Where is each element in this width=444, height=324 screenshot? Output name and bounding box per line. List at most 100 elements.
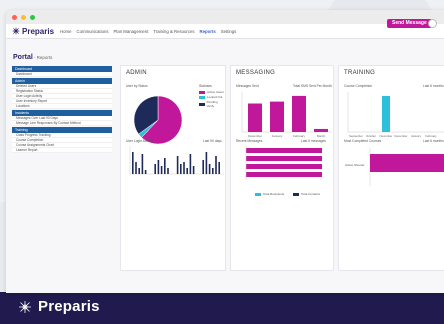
login-bar bbox=[218, 162, 220, 174]
login-bar bbox=[160, 166, 163, 174]
completed-bar-active-shooter bbox=[370, 154, 444, 172]
completed-chart-label: Most Completed Courses bbox=[344, 139, 382, 143]
login-bar bbox=[135, 162, 137, 174]
footer-brand-name: Preparis bbox=[38, 298, 100, 315]
login-bar bbox=[144, 170, 147, 174]
recent-legend-contacts: Total Contacts bbox=[293, 192, 320, 196]
footer-logo: Preparis bbox=[18, 298, 100, 315]
user-avatar[interactable] bbox=[428, 19, 437, 28]
login-bar bbox=[212, 168, 214, 174]
recent-chart-label: Recent Messages bbox=[236, 139, 263, 143]
completion-chart-label: Course Completion bbox=[344, 84, 373, 88]
training-panel: TRAINING Course Completion Last 6 months… bbox=[338, 65, 444, 271]
brand-logo[interactable]: Preparis bbox=[12, 27, 54, 36]
login-chart-label: User Login Activity bbox=[126, 139, 154, 143]
most-completed-chart bbox=[369, 148, 444, 186]
login-bar bbox=[205, 152, 208, 174]
login-activity-chart bbox=[129, 146, 224, 175]
pie-legend-label: Active Users bbox=[207, 90, 224, 94]
nav-link-reports[interactable]: Reports bbox=[200, 29, 216, 34]
login-bar bbox=[157, 160, 160, 174]
training-panel-title: TRAINING bbox=[344, 70, 376, 76]
login-bar bbox=[189, 154, 192, 174]
messages-tick-label: March bbox=[317, 134, 326, 138]
pie-legend-swatch bbox=[199, 102, 205, 106]
messages-bar-january bbox=[270, 101, 284, 132]
users-legend-title: Statuses bbox=[199, 84, 212, 88]
login-bar bbox=[138, 168, 140, 174]
minimize-dot[interactable] bbox=[21, 14, 26, 20]
recipients-label: Total Recipients bbox=[263, 192, 285, 196]
top-navbar: Preparis Home Communications Plan Manageme… bbox=[6, 24, 444, 39]
page-title: Portal- Reports bbox=[13, 54, 52, 61]
login-bar bbox=[141, 154, 144, 174]
login-bar bbox=[215, 156, 217, 174]
login-bar bbox=[186, 168, 188, 174]
nav-link-home[interactable]: Home bbox=[60, 29, 71, 34]
sidebar-item[interactable]: Locations bbox=[12, 104, 112, 109]
completion-tick-label: February bbox=[425, 134, 437, 138]
users-chart-label: User by Status bbox=[126, 84, 148, 88]
sidebar-item[interactable]: Message Line Responses By Contact Method bbox=[12, 121, 112, 126]
login-bar bbox=[132, 152, 134, 174]
maximize-dot[interactable] bbox=[30, 14, 35, 20]
preparis-logo-icon bbox=[19, 300, 31, 313]
pie-legend-item: Pending Verify bbox=[199, 100, 225, 108]
completion-chart-range: Last 6 months bbox=[423, 84, 444, 88]
login-bar bbox=[208, 164, 211, 174]
recent-bar-2 bbox=[246, 156, 322, 161]
login-bar bbox=[167, 168, 169, 174]
sidebar-item[interactable]: Learner Report bbox=[12, 148, 112, 153]
pie-legend-item: Locked Out bbox=[199, 95, 222, 99]
messaging-panel-title: MESSAGING bbox=[236, 70, 276, 76]
brand-name: Preparis bbox=[22, 26, 55, 36]
completion-tick-label: November bbox=[380, 134, 393, 138]
recent-legend-recipients: Total Recipients bbox=[255, 192, 284, 196]
messages-chart-label: Messages Sent bbox=[236, 84, 259, 88]
sidebar-item[interactable]: Dashboard bbox=[12, 72, 112, 77]
nav-link-plan-management[interactable]: Plan Management bbox=[114, 29, 149, 34]
messages-tick-label: December bbox=[248, 134, 262, 138]
recent-bar-1 bbox=[246, 148, 322, 153]
login-bar bbox=[192, 166, 195, 174]
window-titlebar bbox=[6, 10, 444, 24]
contacts-swatch bbox=[293, 192, 299, 196]
login-bar bbox=[180, 164, 182, 174]
reports-sidebar: Dashboard Dashboard Admin Deleted Users Regi… bbox=[12, 65, 112, 153]
nav-links: Home Communications Plan Management Trainin… bbox=[60, 29, 236, 34]
nav-link-communications[interactable]: Communications bbox=[77, 29, 109, 34]
messages-bar-february bbox=[292, 95, 306, 132]
nav-link-settings[interactable]: Settings bbox=[221, 29, 237, 34]
login-bar bbox=[164, 158, 166, 174]
completion-tick-label: January bbox=[411, 134, 422, 138]
nav-link-training-resources[interactable]: Training & Resources bbox=[153, 29, 194, 34]
messaging-panel: MESSAGING Messages Sent Total SMS Sent P… bbox=[230, 65, 334, 271]
pie-legend-label: Locked Out bbox=[207, 95, 223, 99]
recent-chart-range: Last 5 messages bbox=[301, 139, 326, 143]
completion-bar-november bbox=[382, 96, 390, 132]
send-message-button[interactable]: Send Message bbox=[387, 19, 432, 28]
pie-legend-swatch bbox=[199, 95, 205, 99]
messages-tick-label: January bbox=[272, 134, 283, 138]
close-dot[interactable] bbox=[12, 14, 17, 20]
preparis-logo-icon bbox=[12, 27, 20, 35]
recent-bar-3 bbox=[246, 164, 322, 169]
login-bar bbox=[154, 164, 156, 174]
recent-messages-chart bbox=[245, 146, 322, 180]
login-bar bbox=[183, 162, 185, 174]
completion-tick-label: October bbox=[366, 134, 376, 138]
messages-bar-chart: December January February March bbox=[241, 92, 332, 138]
recipients-swatch bbox=[255, 192, 261, 196]
messages-tick-label: February bbox=[293, 134, 306, 138]
recent-bar-4 bbox=[246, 172, 322, 177]
messages-bar-december bbox=[248, 103, 262, 132]
page-title-text: Portal bbox=[13, 54, 33, 61]
messages-chart-range: Total SMS Sent Per Month bbox=[293, 84, 332, 88]
admin-panel: ADMIN User by Status Statuses Active Use… bbox=[120, 65, 226, 271]
pie-legend-swatch bbox=[199, 90, 205, 94]
completion-tick-label: September bbox=[349, 134, 363, 138]
pie-legend-label: Pending Verify bbox=[206, 100, 218, 108]
login-bar bbox=[176, 156, 179, 174]
login-chart-range: Last 90 days bbox=[203, 139, 222, 143]
messages-bar-march bbox=[314, 128, 328, 132]
